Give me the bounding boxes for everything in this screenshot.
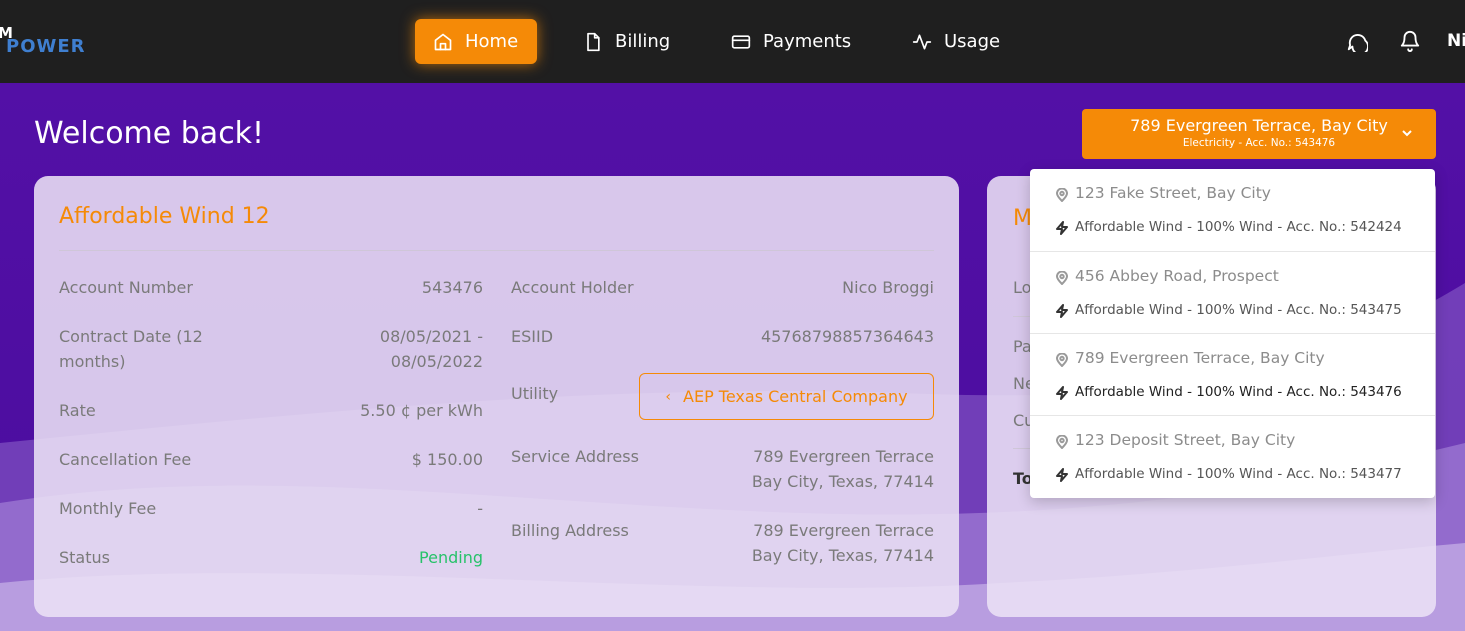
service-address-line1: 789 Evergreen Terrace xyxy=(753,447,934,466)
lightning-icon xyxy=(1055,385,1069,400)
account-dropdown-menu: 123 Fake Street, Bay City Affordable Win… xyxy=(1030,169,1435,498)
account-holder-value: Nico Broggi xyxy=(842,278,934,297)
logo-text: POWER xyxy=(6,36,86,57)
nav-billing[interactable]: Billing xyxy=(565,19,688,64)
account-selector-subtitle: Electricity - Acc. No.: 543476 xyxy=(1182,137,1336,149)
status-label: Status xyxy=(59,548,110,567)
dropdown-item-selected[interactable]: 789 Evergreen Terrace, Bay City Affordab… xyxy=(1030,333,1435,416)
account-selector[interactable]: 789 Evergreen Terrace, Bay City Electric… xyxy=(1082,109,1436,159)
utility-button[interactable]: ‹ AEP Texas Central Company xyxy=(639,373,934,420)
dropdown-item[interactable]: 123 Deposit Street, Bay City Affordable … xyxy=(1030,415,1435,498)
dropdown-item[interactable]: 456 Abbey Road, Prospect Affordable Wind… xyxy=(1030,251,1435,334)
esiid-value: 45768798857364643 xyxy=(760,327,934,346)
account-selector-address: 789 Evergreen Terrace, Bay City xyxy=(1130,116,1388,135)
map-pin-icon xyxy=(1055,187,1069,202)
map-pin-icon xyxy=(1055,434,1069,449)
contract-date-label-line1: Contract Date (12 xyxy=(59,327,203,346)
chevron-down-icon xyxy=(1400,125,1414,139)
divider xyxy=(59,250,934,251)
map-pin-icon xyxy=(1055,352,1069,367)
service-address-line2: Bay City, Texas, 77414 xyxy=(751,472,934,491)
nav-home[interactable]: Home xyxy=(415,19,537,64)
dropdown-item-plan: Affordable Wind - 100% Wind - Acc. No.: … xyxy=(1075,219,1402,235)
document-icon xyxy=(587,32,600,51)
cancellation-fee-label: Cancellation Fee xyxy=(59,450,192,469)
monthly-fee-value: - xyxy=(477,499,483,518)
top-navbar: M POWER Home Billing Payments Usage Ni xyxy=(0,0,1465,83)
account-number-label: Account Number xyxy=(59,278,193,297)
chat-icon[interactable] xyxy=(1346,30,1369,56)
billing-address-label: Billing Address xyxy=(511,521,629,540)
contract-date-value-line1: 08/05/2021 - xyxy=(379,327,483,346)
dropdown-item-address: 123 Fake Street, Bay City xyxy=(1075,184,1271,202)
dropdown-item[interactable]: 123 Fake Street, Bay City Affordable Win… xyxy=(1030,169,1435,252)
plan-title: Affordable Wind 12 xyxy=(59,204,270,229)
billing-address-line1: 789 Evergreen Terrace xyxy=(753,521,934,540)
logo[interactable]: M POWER xyxy=(0,20,100,60)
user-name[interactable]: Ni xyxy=(1447,31,1465,51)
lightning-icon xyxy=(1055,467,1069,482)
dropdown-item-plan: Affordable Wind - 100% Wind - Acc. No.: … xyxy=(1075,384,1402,400)
meter-card-row: Pa xyxy=(1013,337,1032,356)
bell-icon[interactable] xyxy=(1399,30,1421,52)
map-pin-icon xyxy=(1055,270,1069,285)
dropdown-item-plan: Affordable Wind - 100% Wind - Acc. No.: … xyxy=(1075,302,1402,318)
dropdown-item-address: 456 Abbey Road, Prospect xyxy=(1075,267,1279,285)
plan-card: Affordable Wind 12 Account Number 543476… xyxy=(34,176,959,617)
contract-date-label-line2: months) xyxy=(59,352,126,371)
status-badge: Pending xyxy=(419,548,483,567)
cancellation-fee-value: $ 150.00 xyxy=(411,450,483,469)
monthly-fee-label: Monthly Fee xyxy=(59,499,157,518)
meter-card-row: Lo xyxy=(1013,278,1032,297)
chevron-left-icon: ‹ xyxy=(665,388,672,405)
page-title: Welcome back! xyxy=(34,116,265,151)
rate-value: 5.50 ¢ per kWh xyxy=(360,401,483,420)
account-number-value: 543476 xyxy=(421,278,483,297)
nav-usage-label: Usage xyxy=(944,31,1001,52)
account-holder-label: Account Holder xyxy=(511,278,634,297)
credit-card-icon xyxy=(731,34,751,49)
contract-date-value-line2: 08/05/2022 xyxy=(390,352,483,371)
nav-usage[interactable]: Usage xyxy=(894,19,1018,64)
billing-address-line2: Bay City, Texas, 77414 xyxy=(751,546,934,565)
home-icon xyxy=(434,33,452,50)
utility-label: Utility xyxy=(511,384,559,403)
dropdown-item-address: 789 Evergreen Terrace, Bay City xyxy=(1075,349,1325,367)
utility-name: AEP Texas Central Company xyxy=(683,387,908,406)
dropdown-item-address: 123 Deposit Street, Bay City xyxy=(1075,431,1296,449)
lightning-icon xyxy=(1055,220,1069,235)
nav-payments[interactable]: Payments xyxy=(713,19,869,64)
rate-label: Rate xyxy=(59,401,96,420)
nav-billing-label: Billing xyxy=(615,31,671,52)
esiid-label: ESIID xyxy=(511,327,554,346)
service-address-label: Service Address xyxy=(511,447,639,466)
nav-home-label: Home xyxy=(465,31,519,52)
dropdown-item-plan: Affordable Wind - 100% Wind - Acc. No.: … xyxy=(1075,466,1402,482)
activity-icon xyxy=(912,34,932,50)
nav-payments-label: Payments xyxy=(763,31,852,52)
lightning-icon xyxy=(1055,303,1069,318)
